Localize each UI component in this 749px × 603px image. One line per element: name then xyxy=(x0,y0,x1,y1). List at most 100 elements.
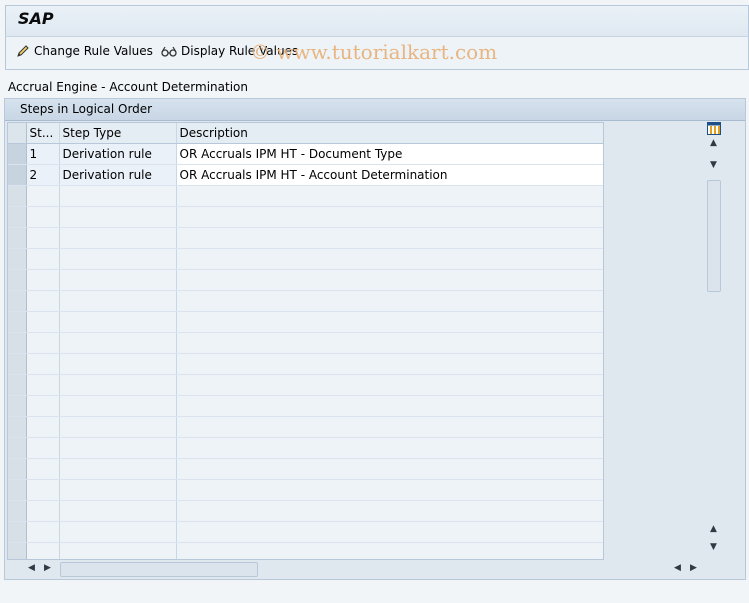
empty-cell[interactable] xyxy=(59,521,177,543)
change-rule-values-button[interactable]: Change Rule Values xyxy=(16,44,153,58)
row-selector[interactable] xyxy=(8,311,27,333)
scroll-left-icon[interactable]: ◀ xyxy=(28,563,35,573)
description-cell[interactable]: OR Accruals IPM HT - Account Determinati… xyxy=(176,164,603,186)
table-row[interactable]: 2 Derivation rule OR Accruals IPM HT - A… xyxy=(8,164,603,186)
empty-cell[interactable] xyxy=(176,332,603,354)
empty-cell[interactable] xyxy=(59,395,177,417)
empty-cell[interactable] xyxy=(176,521,603,543)
empty-cell[interactable] xyxy=(176,353,603,375)
row-selector[interactable] xyxy=(8,521,27,543)
empty-table-row[interactable] xyxy=(8,227,603,249)
empty-table-row[interactable] xyxy=(8,458,603,480)
empty-table-row[interactable] xyxy=(8,437,603,459)
step-type-cell[interactable]: Derivation rule xyxy=(59,143,177,165)
empty-cell[interactable] xyxy=(59,206,177,228)
empty-cell[interactable] xyxy=(26,374,60,396)
empty-cell[interactable] xyxy=(26,248,60,270)
empty-table-row[interactable] xyxy=(8,374,603,396)
empty-table-row[interactable] xyxy=(8,416,603,438)
empty-cell[interactable] xyxy=(26,290,60,312)
empty-cell[interactable] xyxy=(176,479,603,501)
row-selector[interactable] xyxy=(8,416,27,438)
empty-cell[interactable] xyxy=(26,521,60,543)
empty-cell[interactable] xyxy=(26,542,60,559)
empty-cell[interactable] xyxy=(176,248,603,270)
empty-cell[interactable] xyxy=(176,395,603,417)
empty-table-row[interactable] xyxy=(8,206,603,228)
step-cell[interactable]: 2 xyxy=(26,164,60,186)
description-cell[interactable]: OR Accruals IPM HT - Document Type xyxy=(176,143,603,165)
row-selector[interactable] xyxy=(8,269,27,291)
table-row[interactable]: 1 Derivation rule OR Accruals IPM HT - D… xyxy=(8,143,603,165)
scroll-left-end-icon[interactable]: ◀ xyxy=(674,563,681,573)
empty-cell[interactable] xyxy=(176,227,603,249)
empty-cell[interactable] xyxy=(26,353,60,375)
empty-cell[interactable] xyxy=(59,248,177,270)
scroll-up-icon[interactable]: ▲ xyxy=(710,138,717,148)
empty-cell[interactable] xyxy=(26,395,60,417)
empty-cell[interactable] xyxy=(176,311,603,333)
row-selector[interactable] xyxy=(8,332,27,354)
column-header-step-type[interactable]: Step Type xyxy=(59,123,177,144)
empty-table-row[interactable] xyxy=(8,500,603,522)
select-all-cell[interactable] xyxy=(8,123,27,144)
empty-cell[interactable] xyxy=(59,227,177,249)
empty-cell[interactable] xyxy=(176,185,603,207)
row-selector[interactable] xyxy=(8,374,27,396)
empty-table-row[interactable] xyxy=(8,521,603,543)
column-header-description[interactable]: Description xyxy=(176,123,603,144)
empty-cell[interactable] xyxy=(59,269,177,291)
empty-table-row[interactable] xyxy=(8,248,603,270)
scroll-up-bottom-icon[interactable]: ▲ xyxy=(710,524,717,534)
empty-cell[interactable] xyxy=(26,269,60,291)
empty-cell[interactable] xyxy=(26,311,60,333)
step-type-cell[interactable]: Derivation rule xyxy=(59,164,177,186)
empty-table-row[interactable] xyxy=(8,269,603,291)
row-selector[interactable] xyxy=(8,248,27,270)
empty-cell[interactable] xyxy=(59,290,177,312)
row-selector[interactable] xyxy=(8,227,27,249)
empty-cell[interactable] xyxy=(26,206,60,228)
empty-table-row[interactable] xyxy=(8,353,603,375)
empty-cell[interactable] xyxy=(176,542,603,559)
empty-cell[interactable] xyxy=(26,500,60,522)
empty-cell[interactable] xyxy=(59,185,177,207)
scroll-down-bottom-icon[interactable]: ▼ xyxy=(710,542,717,552)
vertical-scrollbar[interactable]: ▲ ▼ ▲ ▼ xyxy=(704,124,722,557)
empty-cell[interactable] xyxy=(176,290,603,312)
empty-cell[interactable] xyxy=(176,416,603,438)
row-selector[interactable] xyxy=(8,143,27,165)
empty-cell[interactable] xyxy=(176,500,603,522)
horizontal-scrollbar[interactable]: ◀ ▶ ◀ ▶ xyxy=(22,560,702,578)
empty-cell[interactable] xyxy=(59,458,177,480)
empty-cell[interactable] xyxy=(59,374,177,396)
empty-cell[interactable] xyxy=(176,269,603,291)
empty-cell[interactable] xyxy=(26,479,60,501)
empty-cell[interactable] xyxy=(26,185,60,207)
row-selector[interactable] xyxy=(8,353,27,375)
empty-cell[interactable] xyxy=(26,227,60,249)
empty-cell[interactable] xyxy=(59,500,177,522)
column-header-step[interactable]: St... xyxy=(26,123,60,144)
row-selector[interactable] xyxy=(8,458,27,480)
empty-cell[interactable] xyxy=(59,353,177,375)
row-selector[interactable] xyxy=(8,290,27,312)
empty-cell[interactable] xyxy=(59,542,177,559)
empty-cell[interactable] xyxy=(59,311,177,333)
empty-table-row[interactable] xyxy=(8,311,603,333)
empty-table-row[interactable] xyxy=(8,395,603,417)
empty-table-row[interactable] xyxy=(8,290,603,312)
empty-cell[interactable] xyxy=(176,437,603,459)
empty-table-row[interactable] xyxy=(8,542,603,559)
row-selector[interactable] xyxy=(8,395,27,417)
vertical-scroll-thumb[interactable] xyxy=(707,180,721,292)
empty-cell[interactable] xyxy=(176,374,603,396)
scroll-right-icon[interactable]: ▶ xyxy=(44,563,51,573)
empty-cell[interactable] xyxy=(176,206,603,228)
empty-cell[interactable] xyxy=(26,437,60,459)
row-selector[interactable] xyxy=(8,164,27,186)
empty-cell[interactable] xyxy=(59,416,177,438)
empty-cell[interactable] xyxy=(176,458,603,480)
empty-table-row[interactable] xyxy=(8,479,603,501)
empty-cell[interactable] xyxy=(59,479,177,501)
